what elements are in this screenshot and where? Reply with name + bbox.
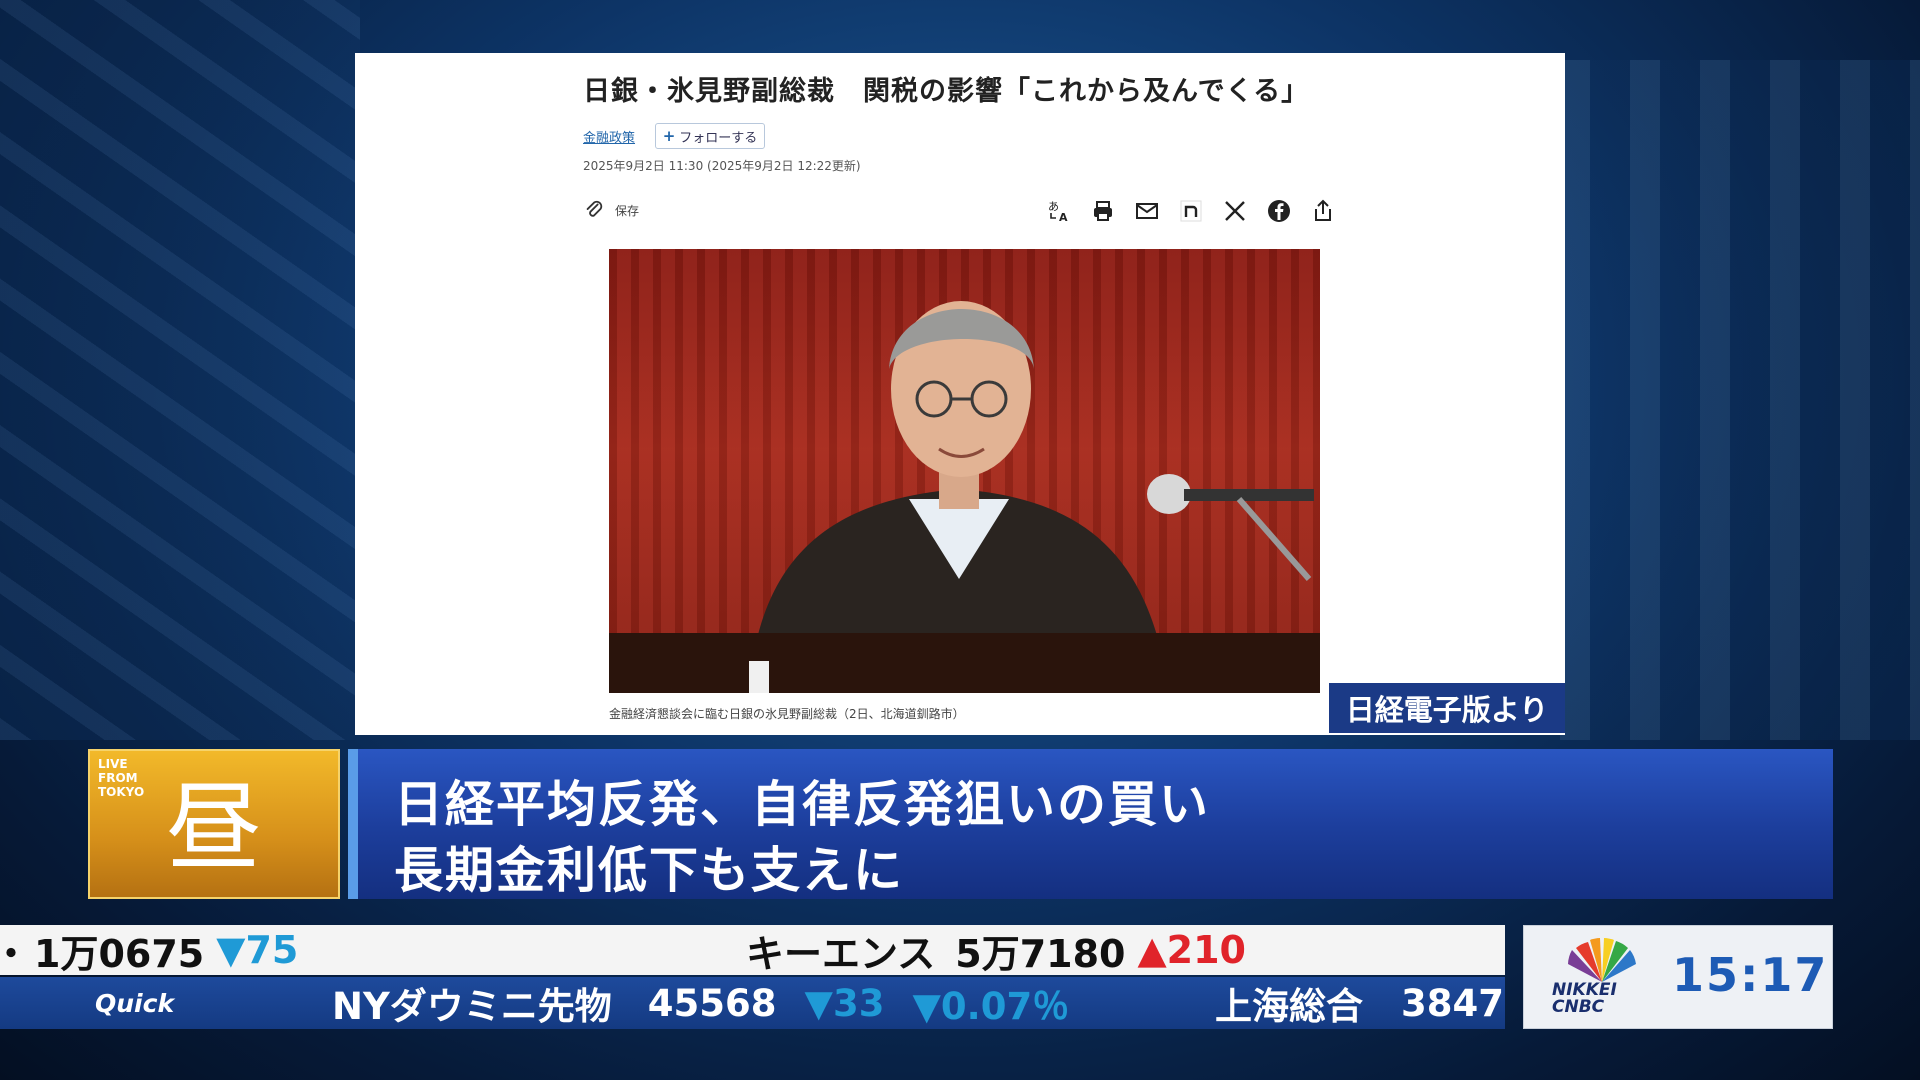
article-date: 2025年9月2日 11:30 (2025年9月2日 12:22更新) [583, 159, 861, 173]
share-toolbar: あA [1045, 197, 1337, 225]
stock-ticker-top: ・ 1万0675 ▼75 キーエンス 5万7180 ▲210 [0, 925, 1505, 975]
follow-button[interactable]: + フォローする [655, 123, 765, 149]
live-label-line1: LIVE [98, 757, 128, 771]
svg-text:A: A [1059, 211, 1068, 224]
ticker-item-left: ・ 1万0675 ▼75 [0, 925, 298, 975]
logo-text-cnbc: CNBC [1552, 997, 1605, 1017]
note-icon[interactable] [1177, 197, 1205, 225]
quick-logo: Quick [95, 988, 175, 1018]
ticker-value: 5万7180 [955, 931, 1126, 976]
ny-dow-change: ▼33 [804, 981, 885, 1025]
translate-icon[interactable]: あA [1045, 197, 1073, 225]
headline-band: 日経平均反発、自律反発狙いの買い 長期金利低下も支えに [348, 749, 1833, 899]
headline-line-1: 日経平均反発、自律反発狙いの買い [394, 776, 1211, 833]
ticker-item-keyence: キーエンス 5万7180 ▲210 [746, 925, 1246, 975]
print-icon[interactable] [1089, 197, 1117, 225]
plus-icon: + [662, 127, 676, 145]
ticker-change: ▲210 [1137, 928, 1246, 972]
clock-time: 15:17 [1672, 948, 1829, 1002]
shanghai-value: 3847. [1401, 981, 1505, 1025]
ny-dow-percent: ▼0.07％ [912, 985, 1070, 1028]
article-card: 日銀・氷見野副総裁 関税の影響「これから及んでくる」 金融政策 + フォローする… [355, 53, 1565, 735]
ny-dow-name: NYダウミニ先物 [332, 985, 612, 1028]
ticker-item-shanghai: 上海総合 3847. [1215, 977, 1505, 1029]
ticker-left-value: 1万0675 [34, 931, 205, 976]
live-from-tokyo-box: LIVE FROM TOKYO 昼 [88, 749, 340, 899]
ticker-left-change: ▼75 [216, 928, 299, 972]
background-decoration-right [1560, 60, 1920, 740]
follow-label: フォローする [679, 130, 758, 146]
article-category-link[interactable]: 金融政策 [583, 127, 635, 146]
network-clock-box: NIKKEI CNBC 15:17 [1523, 925, 1833, 1029]
mail-icon[interactable] [1133, 197, 1161, 225]
save-label: 保存 [615, 203, 640, 218]
article-title: 日銀・氷見野副総裁 関税の影響「これから及んでくる」 [583, 76, 1310, 107]
facebook-icon[interactable] [1265, 197, 1293, 225]
ticker-name: キーエンス [746, 931, 936, 976]
network-logo-text: NIKKEI CNBC [1552, 982, 1617, 1016]
share-icon[interactable] [1309, 197, 1337, 225]
ticker-item-ny-dow: NYダウミニ先物 45568 ▼33 ▼0.07％ [332, 977, 1069, 1029]
svg-text:あ: あ [1048, 200, 1059, 213]
photo-caption: 金融経済懇談会に臨む日銀の氷見野副総裁（2日、北海道釧路市） [609, 707, 965, 721]
background-decoration-left [0, 0, 360, 740]
headline-line-2: 長期金利低下も支えに [394, 842, 905, 899]
article-photo [609, 249, 1320, 693]
shanghai-name: 上海総合 [1215, 985, 1363, 1028]
program-kanji: 昼 [166, 772, 262, 884]
paperclip-icon [586, 200, 603, 217]
save-button[interactable]: 保存 [583, 199, 639, 221]
source-badge: 日経電子版より [1329, 683, 1565, 733]
speaker-photo-illustration [609, 301, 1320, 693]
market-ticker-bottom: Quick NYダウミニ先物 45568 ▼33 ▼0.07％ 上海総合 384… [0, 977, 1505, 1029]
ny-dow-value: 45568 [647, 981, 777, 1025]
x-icon[interactable] [1221, 197, 1249, 225]
